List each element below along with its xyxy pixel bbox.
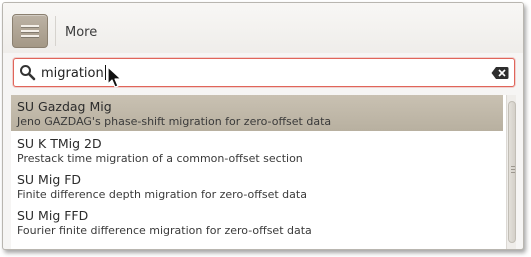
item-name: SU K TMig 2D: [17, 136, 102, 151]
item-description: Jeno GAZDAG's phase-shift migration for …: [17, 115, 332, 128]
results-list: SU Gazdag Mig Jeno GAZDAG's phase-shift …: [11, 95, 516, 249]
list-item[interactable]: SU Gazdag Mig Jeno GAZDAG's phase-shift …: [11, 95, 503, 131]
dialog-window: More migration SU Gazdag Mig Jeno GAZDAG…: [2, 2, 524, 250]
item-description: Finite difference depth migration for ze…: [17, 188, 307, 201]
item-description: Prestack time migration of a common-offs…: [17, 152, 303, 165]
scrollbar-thumb[interactable]: [508, 101, 516, 243]
list-item[interactable]: SU K TMig 2D Prestack time migration of …: [11, 132, 503, 168]
vertical-scrollbar[interactable]: [506, 95, 516, 249]
search-input[interactable]: migration: [13, 58, 515, 87]
list-item[interactable]: SU Mig FD Finite difference depth migrat…: [11, 168, 503, 204]
page-title: More: [65, 25, 98, 40]
menu-button[interactable]: [12, 14, 48, 48]
search-text: migration: [41, 66, 104, 81]
item-name: SU Gazdag Mig: [17, 99, 112, 114]
list-item[interactable]: SU Mig FFD Fourier finite difference mig…: [11, 204, 503, 240]
magnifier-icon: [20, 65, 36, 81]
mouse-pointer-icon: [107, 66, 122, 88]
item-name: SU Mig FD: [17, 172, 82, 187]
header-separator: [55, 16, 56, 46]
item-name: SU Mig FFD: [17, 208, 89, 223]
header-bar: More: [3, 3, 523, 53]
clear-backspace-icon[interactable]: [491, 66, 509, 80]
text-caret: [104, 65, 106, 80]
item-description: Fourier finite difference migration for …: [17, 224, 312, 237]
search-input-value[interactable]: migration: [41, 65, 106, 81]
